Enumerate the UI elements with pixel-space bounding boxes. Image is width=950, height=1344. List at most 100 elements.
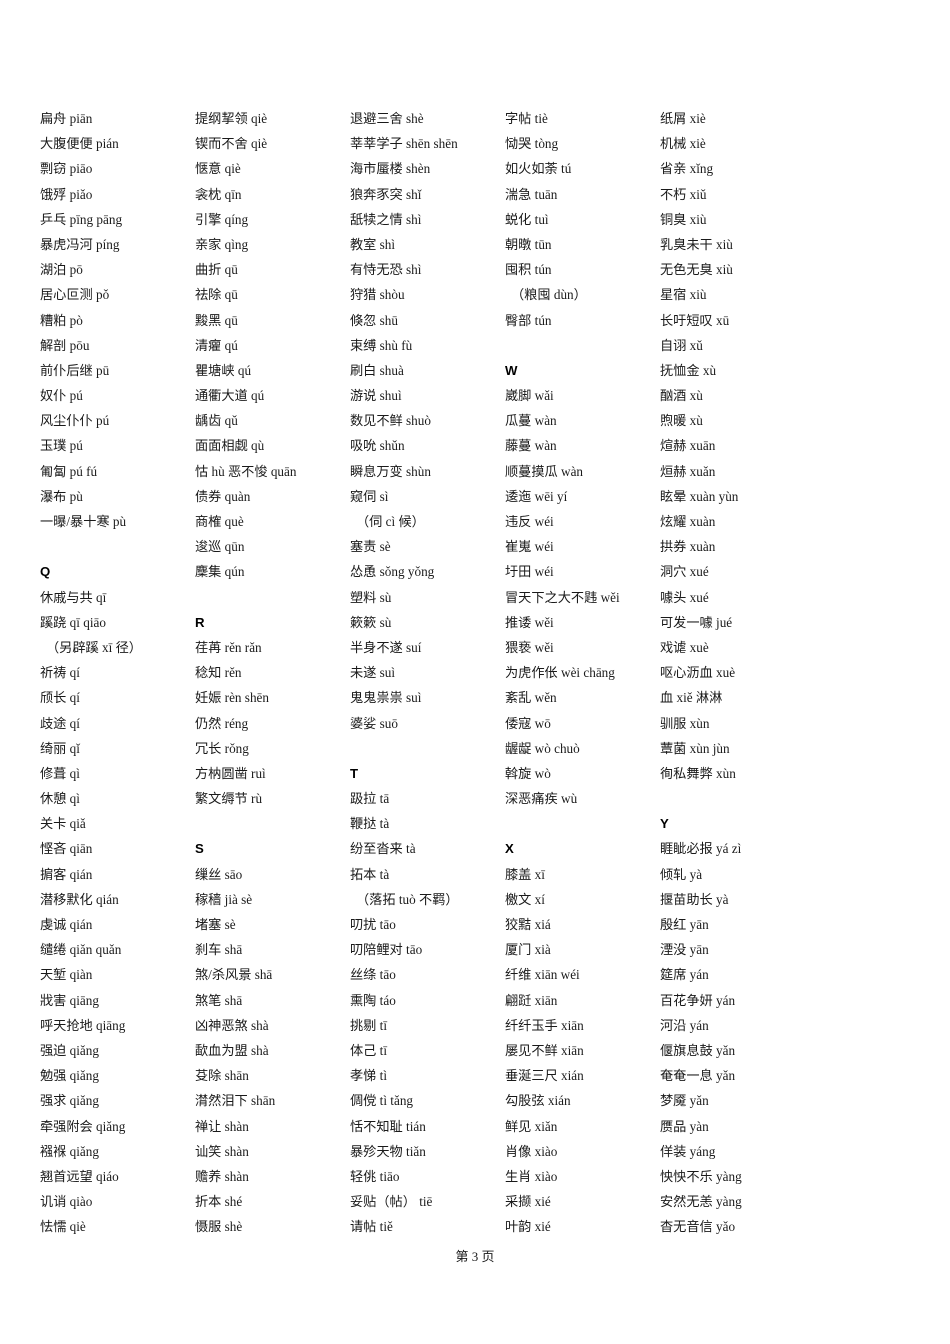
word-entry: 纤纤玉手 xiān bbox=[505, 1017, 584, 1033]
word-entry: 煦暖 xù bbox=[660, 413, 703, 429]
word-entry: （粮囤 dùn） bbox=[511, 287, 587, 303]
word-entry: 推诿 wěi bbox=[505, 614, 554, 630]
word-entry: 叨陪鲤对 tāo bbox=[350, 942, 423, 958]
column-3: 退避三舍 shè 莘莘学子 shēn shēn 海市蜃楼 shèn 狼奔豕突 shǐ 舐… bbox=[350, 106, 505, 1239]
word-entry: 半身不遂 suí bbox=[350, 639, 422, 655]
word-entry: 剽窃 piāo bbox=[40, 161, 93, 177]
letter-section-heading: X bbox=[505, 841, 514, 857]
word-entry: 襁褓 qiǎng bbox=[40, 1143, 99, 1159]
word-entry: 熏陶 táo bbox=[350, 992, 396, 1008]
word-entry: 铜臭 xiù bbox=[660, 211, 707, 227]
letter-section-heading: T bbox=[350, 765, 359, 781]
word-entry: 妥贴（帖） tiē bbox=[350, 1194, 433, 1210]
word-entry: 斡旋 wò bbox=[505, 765, 551, 781]
word-entry: 驯服 xùn bbox=[660, 715, 710, 731]
word-entry: 逡巡 qūn bbox=[195, 539, 245, 555]
word-entry: 关卡 qiǎ bbox=[40, 816, 86, 832]
word-entry: 麇集 qún bbox=[195, 564, 245, 580]
word-entry: 糟粕 pò bbox=[40, 312, 83, 328]
word-entry: 趿拉 tā bbox=[350, 791, 390, 807]
word-entry: 为虎作伥 wèi chāng bbox=[505, 665, 615, 681]
word-entry: 扁舟 piān bbox=[40, 111, 93, 126]
word-entry: 杳无音信 yǎo bbox=[660, 1219, 736, 1235]
word-entry: 星宿 xiù bbox=[660, 287, 707, 303]
word-entry: 勉强 qiǎng bbox=[40, 1068, 99, 1084]
word-entry: 天堑 qiàn bbox=[40, 967, 93, 983]
word-entry: 揠苗助长 yà bbox=[660, 891, 729, 907]
word-entry: 鞭挞 tà bbox=[350, 816, 390, 832]
word-entry: 强迫 qiǎng bbox=[40, 1042, 99, 1058]
word-entry: 休戚与共 qī bbox=[40, 589, 107, 605]
word-entry: 提纲挈领 qiè bbox=[195, 111, 268, 126]
word-entry: 呼天抢地 qiāng bbox=[40, 1017, 126, 1033]
word-entry: 垂涎三尺 xián bbox=[505, 1068, 584, 1084]
word-entry: 有恃无恐 shì bbox=[350, 262, 422, 278]
word-entry: 歃血为盟 shà bbox=[195, 1042, 269, 1058]
word-entry: 筵席 yán bbox=[660, 967, 709, 983]
word-entry: 檄文 xí bbox=[505, 891, 545, 907]
word-entry: 百花争妍 yán bbox=[660, 992, 736, 1008]
word-entry: 赡养 shàn bbox=[195, 1168, 249, 1184]
word-entry: 凶神恶煞 shà bbox=[195, 1017, 269, 1033]
word-entry: 眩晕 xuàn yùn bbox=[660, 488, 739, 504]
word-entry: 不朽 xiǔ bbox=[660, 186, 707, 202]
word-entry: 丝绦 tāo bbox=[350, 967, 396, 983]
word-entry: 祈祷 qí bbox=[40, 665, 80, 681]
word-entry: 倭寇 wō bbox=[505, 715, 551, 731]
word-entry: 刹车 shā bbox=[195, 942, 243, 958]
word-entry: 清癯 qú bbox=[195, 337, 238, 353]
word-entry: 祛除 qū bbox=[195, 287, 238, 303]
word-entry: 玉璞 pú bbox=[40, 438, 83, 454]
word-entry: 稔知 rěn bbox=[195, 665, 242, 681]
word-entry: 婆娑 suō bbox=[350, 715, 398, 731]
word-entry: 簌簌 sù bbox=[350, 614, 392, 630]
page-footer: 第 3 页 bbox=[0, 1246, 950, 1265]
word-entry: 猥亵 wěi bbox=[505, 639, 554, 655]
word-entry: 锲而不舍 qiè bbox=[195, 136, 268, 152]
word-entry: 颀长 qí bbox=[40, 690, 80, 706]
word-entry: 湍急 tuān bbox=[505, 186, 558, 202]
word-entry: 蕈菌 xùn jùn bbox=[660, 740, 730, 756]
word-entry: 塑料 sù bbox=[350, 589, 392, 605]
word-entry: 绮丽 qǐ bbox=[40, 740, 80, 756]
word-entry: 殷红 yān bbox=[660, 917, 709, 932]
word-entry: 纤维 xiān wéi bbox=[505, 967, 580, 983]
word-entry: 请帖 tiě bbox=[350, 1219, 393, 1235]
letter-section-heading: Q bbox=[40, 564, 51, 580]
word-entry: 勾股弦 xián bbox=[505, 1093, 571, 1109]
word-entry: 通衢大道 qú bbox=[195, 388, 265, 404]
word-entry: 崴脚 wǎi bbox=[505, 388, 554, 404]
word-entry: 拓本 tà bbox=[350, 866, 390, 882]
word-entry: 机械 xiè bbox=[660, 136, 706, 152]
word-entry: 海市蜃楼 shèn bbox=[350, 161, 431, 177]
word-entry: 鲜见 xiǎn bbox=[505, 1118, 558, 1134]
word-entry: 未遂 suì bbox=[350, 665, 396, 681]
word-entry: 湮没 yān bbox=[660, 942, 709, 958]
word-entry: 讪笑 shàn bbox=[195, 1143, 249, 1159]
word-entry: 臀部 tún bbox=[505, 312, 552, 328]
word-entry: 塞责 sè bbox=[350, 539, 391, 555]
word-entry: 血 xiě 淋淋 bbox=[660, 690, 723, 706]
word-entry: 仍然 réng bbox=[195, 715, 249, 731]
word-entry: 戏谑 xuè bbox=[660, 639, 709, 655]
word-entry: 瓜蔓 wàn bbox=[505, 413, 557, 429]
word-entry: 教室 shì bbox=[350, 236, 396, 252]
word-entry: 藤蔓 wàn bbox=[505, 438, 557, 454]
word-entry: 顺蔓摸瓜 wàn bbox=[505, 463, 584, 479]
word-entry: 采撷 xié bbox=[505, 1194, 551, 1210]
word-entry: 可发一噱 jué bbox=[660, 614, 733, 630]
letter-section-heading: W bbox=[505, 362, 518, 378]
word-entry: 囤积 tún bbox=[505, 262, 552, 278]
word-entry: 吸吮 shǔn bbox=[350, 438, 405, 454]
word-entry: 芟除 shān bbox=[195, 1068, 249, 1084]
word-entry: 赝品 yàn bbox=[660, 1118, 709, 1134]
word-entry: 深恶痛疾 wù bbox=[505, 791, 578, 807]
word-entry: 怙 hù 恶不悛 quān bbox=[195, 463, 297, 479]
word-entry: 自诩 xǔ bbox=[660, 337, 703, 353]
page-number-label: 第 3 页 bbox=[455, 1249, 495, 1264]
word-entry: 乒乓 pīng pāng bbox=[40, 211, 123, 227]
word-entry: 强求 qiǎng bbox=[40, 1093, 99, 1109]
